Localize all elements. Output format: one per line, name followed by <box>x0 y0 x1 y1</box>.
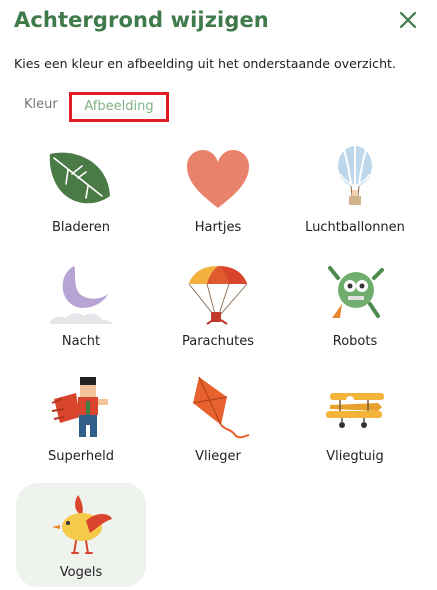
image-option-label: Bladeren <box>51 220 111 235</box>
image-option-nacht[interactable]: Nacht <box>16 252 146 358</box>
kite-icon <box>183 373 253 443</box>
image-option-luchtballonnen[interactable]: Luchtballonnen <box>290 138 420 244</box>
tab-afbeelding[interactable]: Afbeelding <box>69 92 169 122</box>
robot-icon <box>320 258 390 328</box>
dialog-title: Achtergrond wijzigen <box>14 8 269 32</box>
image-option-parachutes[interactable]: Parachutes <box>153 252 283 358</box>
image-option-vogels[interactable]: Vogels <box>16 483 146 587</box>
heart-icon <box>183 144 253 214</box>
image-option-label: Vogels <box>59 565 103 580</box>
bird-icon <box>46 489 116 559</box>
hot-air-balloon-icon <box>320 144 390 214</box>
image-option-label: Hartjes <box>194 220 242 235</box>
image-option-label: Superheld <box>48 449 114 464</box>
close-button[interactable] <box>396 8 420 32</box>
image-option-bladeren[interactable]: Bladeren <box>16 138 146 244</box>
leaf-icon <box>46 144 116 214</box>
dialog-header: Achtergrond wijzigen <box>14 6 424 36</box>
parachute-icon <box>183 258 253 328</box>
moon-icon <box>46 258 116 328</box>
image-option-label: Vlieger <box>195 449 241 464</box>
image-option-label: Robots <box>332 334 378 349</box>
image-option-superheld[interactable]: Superheld <box>16 367 146 473</box>
close-icon <box>399 11 417 29</box>
superhero-icon <box>46 373 116 443</box>
image-option-vlieger[interactable]: Vlieger <box>153 367 283 473</box>
image-option-vliegtuig[interactable]: Vliegtuig <box>290 367 420 473</box>
airplane-icon <box>320 373 390 443</box>
image-option-label: Nacht <box>61 334 101 349</box>
image-option-label: Parachutes <box>181 334 255 349</box>
image-option-hartjes[interactable]: Hartjes <box>153 138 283 244</box>
image-option-robots[interactable]: Robots <box>290 252 420 358</box>
dialog-subtitle: Kies een kleur en afbeelding uit het ond… <box>14 56 397 71</box>
image-option-label: Vliegtuig <box>326 449 384 464</box>
image-option-label: Luchtballonnen <box>305 220 405 235</box>
tab-kleur[interactable]: Kleur <box>24 92 58 122</box>
